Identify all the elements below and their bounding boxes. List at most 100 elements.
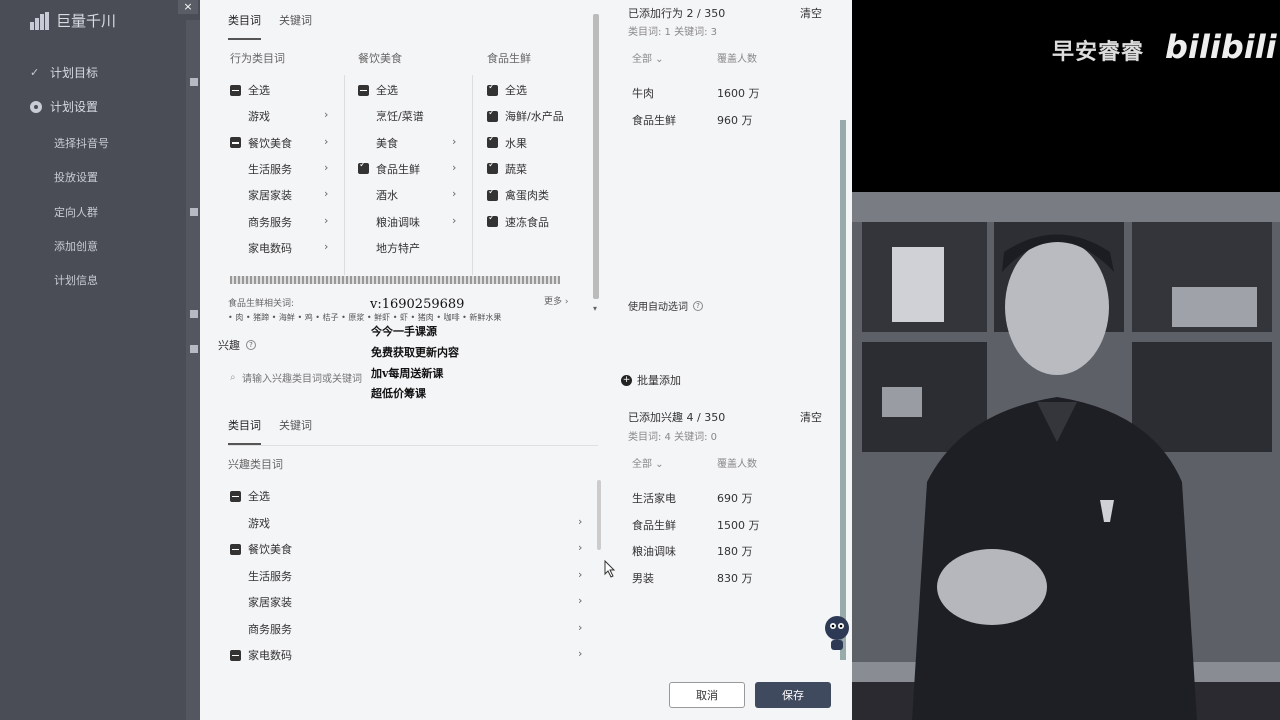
- nav-plan-settings[interactable]: 计划设置: [30, 98, 98, 115]
- related-word-tag[interactable]: • 鸡: [297, 313, 315, 322]
- related-word-tag[interactable]: • 肉: [228, 313, 246, 322]
- checkbox[interactable]: [230, 137, 241, 149]
- nav-targeting[interactable]: 定向人群: [54, 204, 98, 220]
- option-row[interactable]: 家电数码: [230, 240, 292, 256]
- mascot-icon[interactable]: [822, 612, 852, 652]
- checkbox[interactable]: [230, 649, 241, 661]
- option-label: 家电数码: [248, 241, 292, 255]
- option-row[interactable]: 烹饪/菜谱: [358, 108, 424, 124]
- tab-category-words[interactable]: 类目词: [228, 12, 261, 40]
- checkbox[interactable]: [230, 543, 241, 555]
- chevron-right-icon[interactable]: ›: [324, 187, 328, 200]
- tab-category-words[interactable]: 类目词: [228, 417, 261, 445]
- option-row[interactable]: 蔬菜: [487, 160, 527, 177]
- behavior-clear-button[interactable]: 清空: [800, 5, 822, 21]
- related-more-link[interactable]: 更多 ›: [544, 294, 568, 307]
- vertical-scrollbar[interactable]: [593, 14, 599, 299]
- option-row[interactable]: 粮油调味: [358, 214, 420, 230]
- chevron-right-icon[interactable]: ›: [324, 240, 328, 253]
- checkbox[interactable]: [487, 213, 498, 227]
- nav-add-creative[interactable]: 添加创意: [54, 238, 98, 254]
- option-row[interactable]: 禽蛋肉类: [487, 187, 549, 203]
- option-row[interactable]: 食品生鲜: [358, 160, 420, 177]
- chevron-right-icon[interactable]: ›: [578, 621, 582, 634]
- chevron-right-icon[interactable]: ›: [324, 108, 328, 121]
- option-row[interactable]: 家居家装: [230, 594, 292, 610]
- option-row[interactable]: 酒水: [358, 187, 398, 203]
- chevron-right-icon[interactable]: ›: [578, 647, 582, 660]
- panel-scrollbar[interactable]: [840, 120, 846, 660]
- nav-delivery-settings[interactable]: 投放设置: [54, 169, 98, 185]
- related-word-tag[interactable]: • 原浆: [341, 313, 367, 322]
- checkbox[interactable]: [487, 108, 498, 122]
- close-icon[interactable]: ×: [178, 0, 198, 14]
- option-row[interactable]: 全选: [230, 488, 270, 504]
- checkbox[interactable]: [487, 187, 498, 201]
- option-row[interactable]: 全选: [358, 82, 398, 98]
- checkbox[interactable]: [230, 490, 241, 502]
- option-row[interactable]: 美食: [358, 135, 398, 151]
- chevron-right-icon[interactable]: ›: [578, 541, 582, 554]
- chevron-right-icon[interactable]: ›: [452, 214, 456, 227]
- behavior-filter-select[interactable]: 全部 ⌄: [632, 50, 664, 65]
- related-word-tag[interactable]: • 鲜虾: [367, 313, 393, 322]
- interest-clear-button[interactable]: 清空: [800, 409, 822, 425]
- related-words-label: 食品生鲜相关词:: [228, 299, 295, 309]
- option-row[interactable]: 游戏: [230, 108, 270, 124]
- save-button[interactable]: 保存: [755, 682, 831, 708]
- chevron-right-icon[interactable]: ›: [578, 515, 582, 528]
- option-row[interactable]: 生活服务: [230, 568, 292, 584]
- option-row[interactable]: 商务服务: [230, 214, 292, 230]
- check-icon: ✓: [30, 66, 40, 79]
- nav-plan-goal[interactable]: ✓ 计划目标: [30, 64, 98, 81]
- option-row[interactable]: 游戏: [230, 515, 270, 531]
- chevron-right-icon[interactable]: ›: [324, 135, 328, 148]
- related-word-tag[interactable]: • 虾: [393, 313, 411, 322]
- interest-filter-select[interactable]: 全部 ⌄: [632, 455, 664, 470]
- chevron-right-icon[interactable]: ›: [324, 214, 328, 227]
- batch-add-button[interactable]: + 批量添加: [621, 372, 681, 388]
- option-row[interactable]: 生活服务: [230, 161, 292, 177]
- option-row[interactable]: 餐饮美食: [230, 135, 292, 151]
- checkbox[interactable]: [487, 82, 498, 96]
- nav-select-account[interactable]: 选择抖音号: [54, 135, 109, 151]
- related-word-tag[interactable]: • 猪蹄: [246, 313, 272, 322]
- option-row[interactable]: 商务服务: [230, 621, 292, 637]
- option-row[interactable]: 速冻食品: [487, 213, 549, 230]
- auto-select-toggle[interactable]: 使用自动选词 ?: [628, 298, 703, 313]
- option-row[interactable]: 家居家装: [230, 187, 292, 203]
- chevron-right-icon[interactable]: ›: [578, 594, 582, 607]
- chevron-right-icon[interactable]: ›: [452, 161, 456, 174]
- tab-keywords[interactable]: 关键词: [279, 12, 312, 40]
- vertical-scrollbar[interactable]: [597, 480, 601, 550]
- checkbox[interactable]: [358, 160, 369, 175]
- scroll-down-icon[interactable]: ▾: [593, 304, 597, 313]
- option-row[interactable]: 家电数码: [230, 647, 292, 663]
- related-word-tag[interactable]: • 咖啡: [436, 313, 462, 322]
- chevron-right-icon[interactable]: ›: [324, 161, 328, 174]
- checkbox[interactable]: [487, 160, 498, 175]
- option-row[interactable]: 全选: [230, 82, 270, 98]
- chevron-right-icon[interactable]: ›: [452, 135, 456, 148]
- option-row[interactable]: 海鲜/水产品: [487, 108, 564, 124]
- checkbox[interactable]: [358, 84, 369, 96]
- watermark-text: 早安睿睿: [1052, 40, 1145, 65]
- cancel-button[interactable]: 取消: [669, 682, 745, 708]
- nav-plan-info[interactable]: 计划信息: [54, 272, 98, 288]
- tab-keywords[interactable]: 关键词: [279, 417, 312, 445]
- horizontal-scrollbar[interactable]: [230, 276, 560, 284]
- related-word-tag[interactable]: • 桔子: [315, 313, 341, 322]
- option-row[interactable]: 地方特产: [358, 240, 420, 256]
- checkbox[interactable]: [487, 134, 498, 149]
- related-word-tag[interactable]: • 新鲜水果: [462, 313, 501, 322]
- checkbox[interactable]: [230, 84, 241, 96]
- interest-search-input[interactable]: [242, 370, 392, 388]
- related-word-tag[interactable]: • 海鲜: [272, 313, 298, 322]
- option-row[interactable]: 全选: [487, 82, 527, 98]
- option-row[interactable]: 餐饮美食: [230, 541, 292, 557]
- option-label: 酒水: [376, 189, 398, 203]
- chevron-right-icon[interactable]: ›: [578, 568, 582, 581]
- option-row[interactable]: 水果: [487, 134, 527, 151]
- chevron-right-icon[interactable]: ›: [452, 187, 456, 200]
- related-word-tag[interactable]: • 猪肉: [411, 313, 437, 322]
